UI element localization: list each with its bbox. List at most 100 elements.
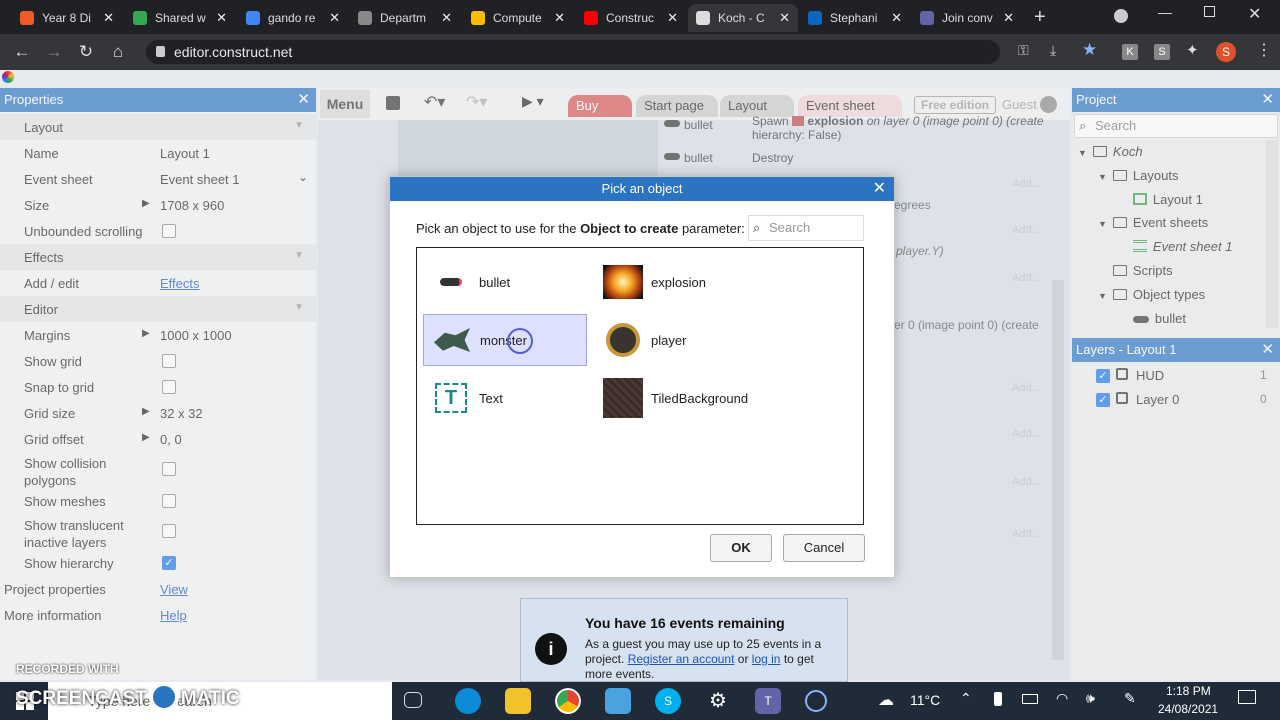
browser-tab[interactable]: Stephani ✕ <box>800 4 910 32</box>
register-link[interactable]: Register an account <box>628 652 735 666</box>
object-list: bullet explosion monster player T Text TiledBa… <box>416 247 864 525</box>
tab-favicon <box>20 11 34 25</box>
dialog-prompt: Pick an object to use for the Object to … <box>416 221 745 236</box>
usb-icon[interactable] <box>994 692 1002 706</box>
back-arrow-icon[interactable]: ← <box>10 40 34 64</box>
edge-icon[interactable] <box>455 688 481 714</box>
reload-icon[interactable]: ↻ <box>74 40 98 64</box>
close-icon[interactable]: ✕ <box>667 10 678 26</box>
skype-icon[interactable]: S <box>655 688 681 714</box>
browser-tab[interactable]: Koch - C ✕ <box>688 4 798 32</box>
bookmark-star-icon[interactable]: ★ <box>1082 40 1097 60</box>
object-search-input[interactable]: ⌕ Search <box>748 215 864 241</box>
tiled-background-icon <box>603 378 643 418</box>
tab-favicon <box>246 11 260 25</box>
weather-icon[interactable]: ☁ <box>878 690 894 710</box>
dialog-title: Pick an object <box>390 177 894 201</box>
close-window-button[interactable]: ✕ <box>1248 4 1261 24</box>
chrome-icon[interactable] <box>553 686 583 716</box>
bullet-icon <box>431 265 471 299</box>
ok-button[interactable]: OK <box>710 534 772 562</box>
close-icon[interactable]: ✕ <box>554 10 565 26</box>
app-icon[interactable] <box>605 688 631 714</box>
login-link[interactable]: log in <box>752 652 781 666</box>
browser-tab[interactable]: Year 8 Di ✕ <box>12 4 122 32</box>
browser-tab[interactable]: Shared w ✕ <box>125 4 235 32</box>
browser-tab[interactable]: Departm ✕ <box>350 4 460 32</box>
recorded-with-label: RECORDED WITH <box>16 662 119 676</box>
clock-date[interactable]: 24/08/2021 <box>1158 702 1218 716</box>
lock-icon <box>156 46 165 57</box>
volume-icon[interactable]: 🕪 <box>1086 690 1095 707</box>
wifi-icon[interactable]: ◠ <box>1056 690 1068 707</box>
notice-body: As a guest you may use up to 25 events i… <box>585 637 835 682</box>
close-icon[interactable]: ✕ <box>891 10 902 26</box>
tray-chevron-icon[interactable]: ⌃ <box>960 690 972 707</box>
browser-tab[interactable]: gando re ✕ <box>238 4 348 32</box>
browser-tab[interactable]: Compute ✕ <box>463 4 573 32</box>
tab-title: Koch - C <box>718 11 765 25</box>
teams-icon[interactable]: T <box>755 688 781 714</box>
matic-text: MATIC <box>180 688 240 709</box>
notice-title: You have 16 events remaining <box>585 615 785 631</box>
object-tile[interactable]: player <box>595 314 759 366</box>
chrome-menu-icon[interactable]: ⋮ <box>1256 40 1272 60</box>
address-bar[interactable]: editor.construct.net <box>146 40 1000 64</box>
tab-title: Construc <box>606 11 655 25</box>
tab-favicon <box>133 11 147 25</box>
search-icon: ⌕ <box>753 220 761 235</box>
events-remaining-notice: i You have 16 events remaining As a gues… <box>520 598 848 682</box>
busy-cursor-icon <box>507 328 533 354</box>
key-icon[interactable]: ⚿ <box>1018 42 1029 59</box>
close-icon[interactable]: ✕ <box>441 10 452 26</box>
close-icon[interactable]: ✕ <box>329 10 340 26</box>
install-icon[interactable]: ⤓ <box>1050 42 1056 59</box>
cortana-icon[interactable] <box>805 690 827 712</box>
file-explorer-icon[interactable] <box>505 688 531 714</box>
profile-avatar[interactable]: S <box>1216 42 1236 62</box>
pen-icon[interactable]: ✎ <box>1124 690 1136 707</box>
tab-title: Join conv <box>942 11 993 25</box>
object-tile[interactable]: explosion <box>595 256 759 308</box>
screencast-text: SCREENCAST <box>16 688 147 709</box>
cancel-button[interactable]: Cancel <box>783 534 865 562</box>
forward-arrow-icon[interactable]: → <box>42 40 66 64</box>
object-tile[interactable]: TiledBackground <box>595 372 759 424</box>
prompt-parameter: Object to create <box>580 221 679 236</box>
object-tile[interactable]: T Text <box>423 372 587 424</box>
close-icon[interactable]: ✕ <box>103 10 114 26</box>
object-tile[interactable]: bullet <box>423 256 587 308</box>
tab-title: gando re <box>268 11 316 25</box>
task-view-icon[interactable] <box>404 692 422 708</box>
prompt-text: Pick an object to use for the <box>416 221 577 236</box>
info-icon: i <box>535 633 567 665</box>
tab-favicon <box>471 11 485 25</box>
browser-tab[interactable]: Construc ✕ <box>576 4 686 32</box>
home-icon[interactable]: ⌂ <box>106 40 130 64</box>
close-icon[interactable]: ✕ <box>873 177 886 201</box>
pick-object-dialog: Pick an object ✕ Pick an object to use f… <box>389 176 895 578</box>
close-icon[interactable]: ✕ <box>779 10 790 26</box>
minimize-button[interactable]: — <box>1158 4 1172 20</box>
object-tile[interactable]: monster <box>423 314 587 366</box>
extension-k-icon[interactable]: K <box>1122 44 1138 60</box>
tab-favicon <box>696 11 710 25</box>
battery-icon[interactable] <box>1022 694 1038 704</box>
url-text: editor.construct.net <box>174 44 293 60</box>
weather-temp[interactable]: 11°C <box>910 692 940 708</box>
notice-text: or <box>737 652 749 666</box>
restore-button[interactable] <box>1204 6 1215 17</box>
clock-time[interactable]: 1:18 PM <box>1166 684 1211 698</box>
tab-search-icon[interactable] <box>1114 9 1128 23</box>
record-icon <box>148 682 179 712</box>
prompt-suffix: parameter: <box>681 221 745 236</box>
close-icon[interactable]: ✕ <box>216 10 227 26</box>
settings-gear-icon[interactable]: ⚙ <box>705 688 731 714</box>
player-icon <box>603 323 643 357</box>
close-icon[interactable]: ✕ <box>1003 10 1014 26</box>
puzzle-icon[interactable]: ✦ <box>1186 41 1199 59</box>
extension-s-icon[interactable]: S <box>1154 44 1170 60</box>
browser-tab[interactable]: Join conv ✕ <box>912 4 1022 32</box>
notifications-icon[interactable] <box>1238 690 1256 704</box>
new-tab-button[interactable]: + <box>1034 6 1046 29</box>
